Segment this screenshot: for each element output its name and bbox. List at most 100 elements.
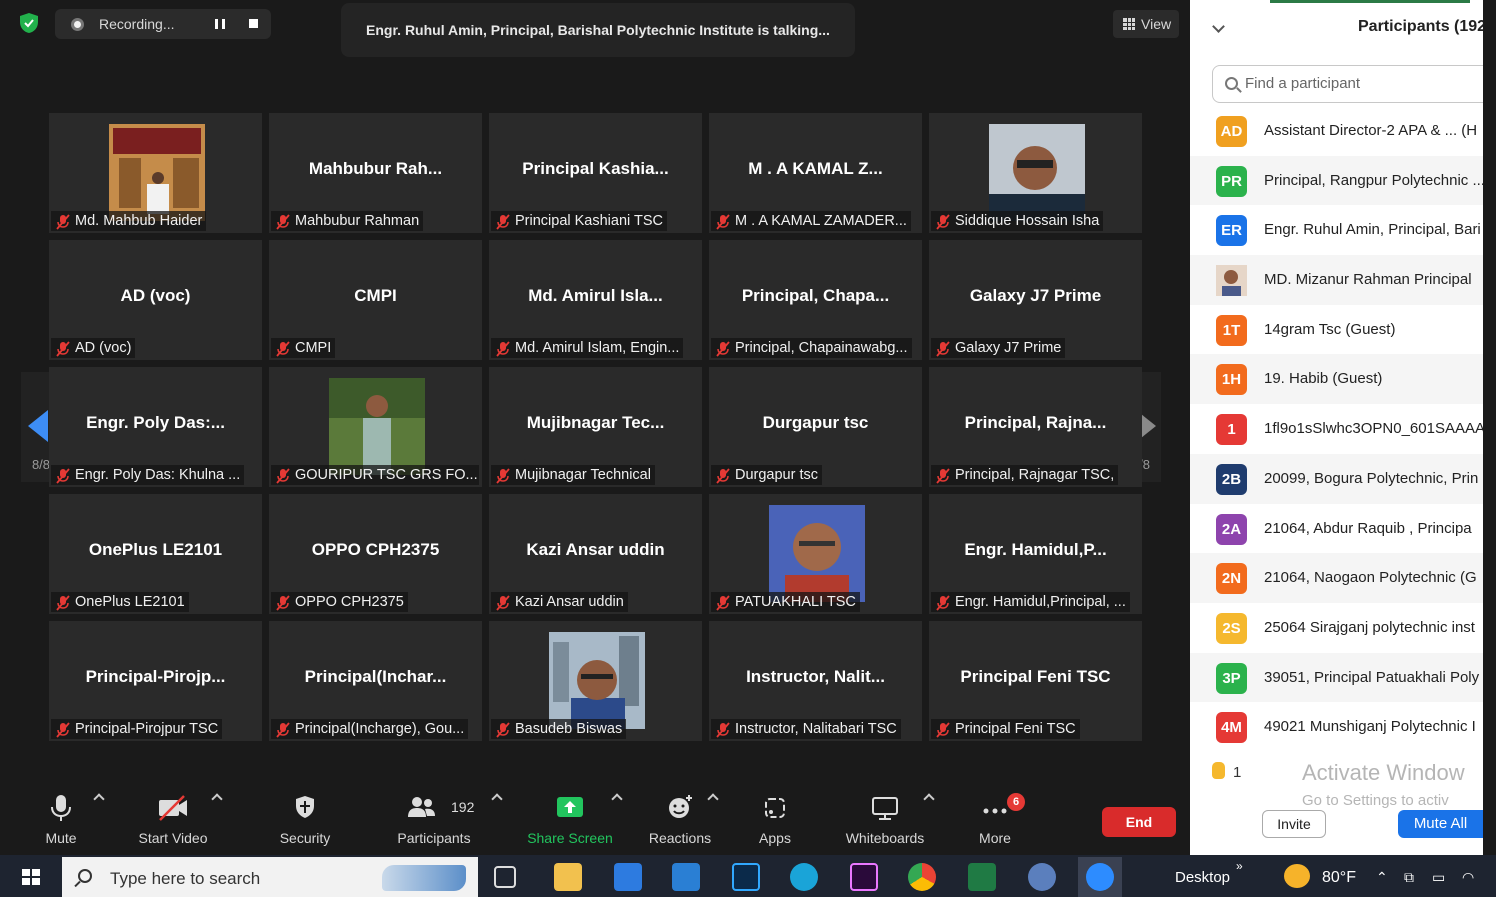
tray-chevron-up-icon[interactable]: ⌃ bbox=[1376, 869, 1388, 886]
video-tile[interactable]: Md. Mahbub Haider bbox=[49, 113, 262, 233]
video-tile[interactable]: Siddique Hossain Isha bbox=[929, 113, 1142, 233]
raised-hands-counter[interactable]: 1 bbox=[1212, 762, 1241, 781]
tile-label-text: Mujibnagar Technical bbox=[515, 467, 651, 483]
video-tile[interactable]: CMPI CMPI bbox=[269, 240, 482, 360]
reactions-button[interactable]: Reactions bbox=[643, 793, 717, 846]
video-tile[interactable]: Principal Feni TSC Principal Feni TSC bbox=[929, 621, 1142, 741]
video-tile[interactable]: AD (voc) AD (voc) bbox=[49, 240, 262, 360]
start-video-button[interactable]: Start Video bbox=[131, 793, 215, 846]
battery-icon[interactable]: ▭ bbox=[1432, 869, 1445, 886]
video-tile[interactable]: Mujibnagar Tec... Mujibnagar Technical bbox=[489, 367, 702, 487]
weather-icon[interactable] bbox=[1284, 864, 1310, 888]
mic-muted-icon bbox=[56, 595, 70, 611]
task-view-icon[interactable] bbox=[494, 866, 516, 888]
participant-row[interactable]: 1T 14gram Tsc (Guest) bbox=[1190, 305, 1483, 355]
participant-row[interactable]: 3P 39051, Principal Patuakhali Poly bbox=[1190, 652, 1483, 703]
video-tile[interactable]: M . A KAMAL Z... M . A KAMAL ZAMADER... bbox=[709, 113, 922, 233]
audio-options-chevron-icon[interactable] bbox=[93, 793, 105, 805]
participants-icon: 192 bbox=[391, 793, 477, 823]
tile-name-label: CMPI bbox=[271, 338, 336, 358]
network-icon[interactable]: ⧉ bbox=[1404, 869, 1414, 886]
view-button[interactable]: View bbox=[1113, 10, 1179, 38]
tile-name-label: AD (voc) bbox=[51, 338, 136, 358]
share-screen-button[interactable]: Share Screen bbox=[523, 793, 617, 846]
participant-row[interactable]: ER Engr. Ruhul Amin, Principal, Bari bbox=[1190, 205, 1483, 255]
participant-row[interactable]: 1 1fl9o1sSlwhc3OPN0_601SAAAA bbox=[1190, 404, 1483, 454]
video-tile[interactable]: Principal, Rajna... Principal, Rajnagar T… bbox=[929, 367, 1142, 487]
video-tile[interactable]: Principal-Pirojp... Principal-Pirojpur TS… bbox=[49, 621, 262, 741]
edge-browser-icon[interactable] bbox=[790, 863, 818, 891]
encryption-shield-icon[interactable] bbox=[19, 12, 39, 34]
zoom-app-active-icon[interactable] bbox=[1078, 857, 1122, 897]
tile-label-text: Principal Feni TSC bbox=[955, 721, 1076, 737]
participant-row[interactable]: AD Assistant Director-2 APA & ... (H bbox=[1190, 106, 1483, 156]
photos-app-icon[interactable] bbox=[1028, 863, 1056, 891]
chrome-icon[interactable] bbox=[908, 863, 936, 891]
video-tile[interactable]: Principal Kashia... Principal Kashiani TS… bbox=[489, 113, 702, 233]
taskbar-search-box[interactable]: Type here to search bbox=[62, 857, 478, 897]
mail-icon[interactable] bbox=[672, 863, 700, 891]
stop-recording-icon[interactable] bbox=[249, 19, 258, 28]
video-tile[interactable]: Principal, Chapa... Principal, Chapainawa… bbox=[709, 240, 922, 360]
premiere-pro-icon[interactable] bbox=[850, 863, 878, 891]
participant-row[interactable]: 4M 49021 Munshiganj Polytechnic I bbox=[1190, 702, 1483, 752]
mute-all-button[interactable]: Mute All bbox=[1398, 810, 1483, 838]
tile-label-text: Principal-Pirojpur TSC bbox=[75, 721, 219, 737]
participant-row[interactable]: 2B 20099, Bogura Polytechnic, Prin bbox=[1190, 453, 1483, 504]
activate-windows-watermark: Activate Window bbox=[1302, 760, 1465, 785]
desktop-toolbar-label[interactable]: Desktop bbox=[1175, 869, 1230, 886]
video-tile[interactable]: Durgapur tsc Durgapur tsc bbox=[709, 367, 922, 487]
participant-row[interactable]: PR Principal, Rangpur Polytechnic ... bbox=[1190, 155, 1483, 206]
video-tile[interactable]: Kazi Ansar uddin Kazi Ansar uddin bbox=[489, 494, 702, 614]
apps-button[interactable]: Apps bbox=[751, 793, 799, 846]
pause-recording-icon[interactable] bbox=[215, 19, 225, 29]
security-button[interactable]: Security bbox=[273, 793, 337, 846]
video-tile[interactable]: GOURIPUR TSC GRS FO... bbox=[269, 367, 482, 487]
grid-view-icon bbox=[1123, 18, 1135, 30]
photoshop-icon[interactable] bbox=[732, 863, 760, 891]
video-tile[interactable]: Mahbubur Rah... Mahbubur Rahman bbox=[269, 113, 482, 233]
participant-name: Engr. Ruhul Amin, Principal, Bari bbox=[1264, 221, 1481, 239]
participants-button[interactable]: 192 Participants bbox=[391, 793, 477, 846]
video-tile[interactable]: Instructor, Nalit... Instructor, Nalitaba… bbox=[709, 621, 922, 741]
participant-row[interactable]: 2S 25064 Sirajganj polytechnic inst bbox=[1190, 603, 1483, 653]
video-tile[interactable]: PATUAKHALI TSC bbox=[709, 494, 922, 614]
windows-start-icon[interactable] bbox=[22, 869, 40, 885]
wifi-icon[interactable]: ◠ bbox=[1462, 869, 1474, 886]
participant-list: AD Assistant Director-2 APA & ... (H PR Pri… bbox=[1190, 106, 1483, 752]
microsoft-store-icon[interactable] bbox=[614, 863, 642, 891]
chevron-down-icon[interactable] bbox=[1212, 20, 1225, 33]
mic-muted-icon bbox=[936, 341, 950, 357]
video-tile[interactable]: OPPO CPH2375 OPPO CPH2375 bbox=[269, 494, 482, 614]
file-explorer-icon[interactable] bbox=[554, 863, 582, 891]
participants-options-chevron-icon[interactable] bbox=[491, 793, 503, 805]
active-speaker-banner: Engr. Ruhul Amin, Principal, Barishal Po… bbox=[341, 3, 855, 57]
participant-row[interactable]: MD. Mizanur Rahman Principal bbox=[1190, 255, 1483, 305]
invite-button[interactable]: Invite bbox=[1262, 810, 1326, 838]
participant-row[interactable]: 2A 21064, Abdur Raquib , Principa bbox=[1190, 504, 1483, 554]
participant-row[interactable]: 2N 21064, Naogaon Polytechnic (G bbox=[1190, 553, 1483, 603]
participant-row[interactable]: 1H 19. Habib (Guest) bbox=[1190, 354, 1483, 405]
video-tile[interactable]: Engr. Hamidul,P... Engr. Hamidul,Principa… bbox=[929, 494, 1142, 614]
participant-search-input[interactable] bbox=[1245, 75, 1483, 92]
whiteboards-button[interactable]: Whiteboards bbox=[837, 793, 933, 846]
tile-label-text: CMPI bbox=[295, 340, 332, 356]
participant-search-box[interactable] bbox=[1212, 65, 1483, 103]
end-meeting-button[interactable]: End bbox=[1102, 807, 1176, 837]
excel-icon[interactable] bbox=[968, 863, 996, 891]
mute-button[interactable]: Mute bbox=[39, 793, 83, 846]
more-button[interactable]: 6 More bbox=[969, 793, 1025, 846]
weather-temperature[interactable]: 80°F bbox=[1322, 869, 1356, 887]
video-tile[interactable]: Basudeb Biswas bbox=[489, 621, 702, 741]
chevron-expand-icon[interactable]: » bbox=[1236, 859, 1243, 873]
mic-muted-icon bbox=[496, 722, 510, 738]
video-tile[interactable]: Md. Amirul Isla... Md. Amirul Islam, Engi… bbox=[489, 240, 702, 360]
mic-muted-icon bbox=[496, 468, 510, 484]
video-tile[interactable]: Principal(Inchar... Principal(Incharge), … bbox=[269, 621, 482, 741]
start-video-label: Start Video bbox=[138, 830, 208, 846]
mic-muted-icon bbox=[56, 468, 70, 484]
video-tile[interactable]: Engr. Poly Das:... Engr. Poly Das: Khulna… bbox=[49, 367, 262, 487]
mic-muted-icon bbox=[496, 595, 510, 611]
video-tile[interactable]: OnePlus LE2101 OnePlus LE2101 bbox=[49, 494, 262, 614]
video-tile[interactable]: Galaxy J7 Prime Galaxy J7 Prime bbox=[929, 240, 1142, 360]
